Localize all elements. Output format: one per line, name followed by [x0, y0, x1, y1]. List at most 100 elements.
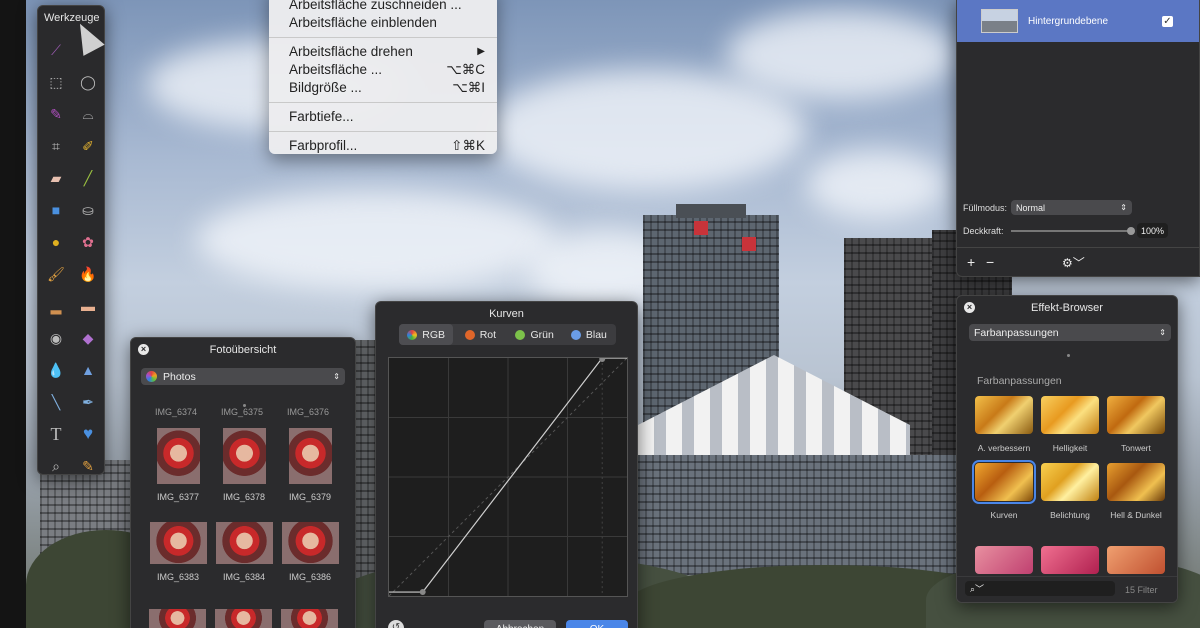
photo-thumbnail[interactable]: IMG_6378 [211, 428, 277, 514]
filter-search-input[interactable]: ⌕﹀ [965, 581, 1115, 596]
window-edge [0, 0, 26, 628]
photo-thumbnail[interactable]: IMG_6379 [277, 428, 343, 514]
menu-item-image-size[interactable]: Bildgröße ... ⌥⌘I [269, 79, 497, 97]
effect-shadows-highlights[interactable]: Hell & Dunkel [1103, 463, 1169, 530]
ellipse-select-icon[interactable]: ◯ [72, 66, 104, 98]
layer-thumbnail [981, 9, 1018, 33]
effect-curves[interactable]: Kurven [971, 460, 1037, 530]
photo-thumbnail[interactable] [215, 609, 272, 628]
reset-icon[interactable]: ↺ [388, 620, 404, 628]
opacity-label: Deckkraft: [963, 226, 1004, 236]
heart-shape-icon[interactable]: ♥ [72, 418, 104, 450]
menu-item-color-profile[interactable]: Farbprofil... ⇧⌘K [269, 137, 497, 155]
photo-label: IMG_6376 [287, 407, 330, 417]
curve-graph[interactable] [388, 357, 628, 597]
effect-auto-enhance[interactable]: A. verbessern [971, 396, 1037, 463]
effect-levels[interactable]: Tonwert [1103, 396, 1169, 463]
effect-thumbnail[interactable] [1107, 546, 1165, 574]
photo-browser: × Fotoübersicht Photos ⇕ IMG_6374 IMG_637… [130, 337, 356, 628]
curves-title: Kurven [489, 308, 524, 320]
blob-icon[interactable]: ● [40, 226, 72, 258]
menu-item-rotate-canvas[interactable]: Arbeitsfläche drehen ▶ [269, 43, 497, 61]
layers-panel: Hintergrundebene ✓ Füllmodus: Normal ⇕ De… [956, 0, 1200, 277]
blur-drop-icon[interactable]: 💧 [40, 354, 72, 386]
layer-visibility-checkbox[interactable]: ✓ [1162, 15, 1173, 27]
pencil-icon[interactable]: ╱ [72, 162, 104, 194]
rect-select-icon[interactable]: ⬚ [40, 66, 72, 98]
gradient-icon[interactable]: ✿ [72, 226, 104, 258]
effect-brightness[interactable]: Helligkeit [1037, 396, 1103, 463]
add-layer-button[interactable]: + [967, 254, 975, 270]
bandage-icon[interactable]: ▬ [72, 290, 104, 322]
photo-thumbnail[interactable]: IMG_6383 [145, 514, 211, 600]
red-eye-icon[interactable]: ◉ [40, 322, 72, 354]
photo-thumbnail[interactable] [149, 609, 206, 628]
effects-category-select[interactable]: Farbanpassungen ⇕ [969, 324, 1171, 341]
image-menu: Arbeitsfläche zuschneiden ... Arbeitsflä… [269, 0, 497, 154]
eyedropper-icon[interactable]: ✐ [72, 130, 104, 162]
menu-item-color-depth[interactable]: Farbtiefe... [269, 108, 497, 126]
menu-separator [269, 37, 497, 38]
zoom-icon[interactable]: ⌕ [40, 450, 72, 474]
rectangle-shape-icon[interactable]: ■ [40, 194, 72, 226]
brush-select-icon[interactable]: ✎ [40, 98, 72, 130]
photo-thumbnail[interactable]: IMG_6386 [277, 514, 343, 600]
effect-thumbnail[interactable] [1041, 546, 1099, 574]
crop-icon[interactable]: ⌗ [40, 130, 72, 162]
effect-thumbnail[interactable] [975, 546, 1033, 574]
remove-layer-button[interactable]: − [986, 254, 994, 270]
wand-icon[interactable]: ⟋ [40, 34, 72, 66]
tools-panel: Werkzeuge ⟋ ⬚ ◯ ✎ ⌓ ⌗ ✐ ▰ ╱ ■ ⛀ ● ✿ 🖌 🔥 … [37, 5, 105, 475]
channel-rgb[interactable]: RGB [399, 324, 454, 345]
channel-selector: RGB Rot Grün Blau [399, 324, 616, 345]
menu-separator [269, 131, 497, 132]
color-picker-icon[interactable]: ✎ [72, 450, 104, 474]
fill-mode-select[interactable]: Normal ⇕ [1011, 200, 1132, 215]
curve-point-black [419, 589, 426, 596]
text-tool-icon[interactable]: T [40, 418, 72, 450]
effects-browser: × Effekt-Browser Farbanpassungen ⇕ Farban… [956, 295, 1178, 603]
paint-bucket-icon[interactable]: ⛀ [72, 194, 104, 226]
photo-label: IMG_6375 [221, 407, 264, 417]
photo-thumbnail[interactable]: IMG_6384 [211, 514, 277, 600]
sponge-icon[interactable]: ◆ [72, 322, 104, 354]
channel-red[interactable]: Rot [453, 324, 507, 345]
photo-source-select[interactable]: Photos ⇕ [141, 368, 345, 385]
effect-exposure[interactable]: Belichtung [1037, 463, 1103, 530]
channel-blue[interactable]: Blau [562, 324, 616, 345]
updown-icon: ⇕ [1120, 203, 1127, 212]
photo-thumbnail[interactable]: IMG_6377 [145, 428, 211, 514]
updown-icon: ⇕ [1159, 328, 1166, 337]
cancel-button[interactable]: Abbrechen [484, 620, 556, 628]
sharpen-icon[interactable]: ▲ [72, 354, 104, 386]
burn-icon[interactable]: 🔥 [72, 258, 104, 290]
menu-item-crop-canvas[interactable]: Arbeitsfläche zuschneiden ... [269, 0, 497, 14]
menu-separator [269, 102, 497, 103]
submenu-arrow-icon: ▶ [477, 46, 485, 57]
layer-row[interactable]: Hintergrundebene ✓ [957, 0, 1199, 42]
vector-pen-icon[interactable]: ✒ [72, 386, 104, 418]
photo-label: IMG_6374 [155, 407, 198, 417]
opacity-value[interactable]: 100% [1137, 223, 1168, 238]
red-dot-icon [464, 329, 475, 340]
photos-app-icon [146, 371, 157, 382]
fill-mode-label: Füllmodus: [963, 203, 1008, 213]
ok-button[interactable]: OK [566, 620, 628, 628]
stamp-icon[interactable]: ▂ [40, 290, 72, 322]
close-icon[interactable]: × [138, 344, 149, 355]
green-dot-icon [515, 329, 526, 340]
menu-item-show-canvas[interactable]: Arbeitsfläche einblenden [269, 14, 497, 32]
blue-dot-icon [570, 329, 581, 340]
eraser-icon[interactable]: ▰ [40, 162, 72, 194]
smudge-icon[interactable]: 🖌 [40, 258, 72, 290]
lasso-icon[interactable]: ⌓ [72, 98, 104, 130]
gear-icon[interactable]: ⚙﹀ [1062, 254, 1085, 271]
pen-icon[interactable]: ╲ [40, 386, 72, 418]
close-icon[interactable]: × [964, 302, 975, 313]
channel-green[interactable]: Grün [508, 324, 562, 345]
opacity-slider[interactable] [1011, 230, 1131, 232]
photo-thumbnail[interactable] [281, 609, 338, 628]
opacity-slider-knob[interactable] [1127, 227, 1135, 235]
menu-item-canvas-size[interactable]: Arbeitsfläche ... ⌥⌘C [269, 61, 497, 79]
photo-browser-title: Fotoübersicht [209, 344, 277, 356]
